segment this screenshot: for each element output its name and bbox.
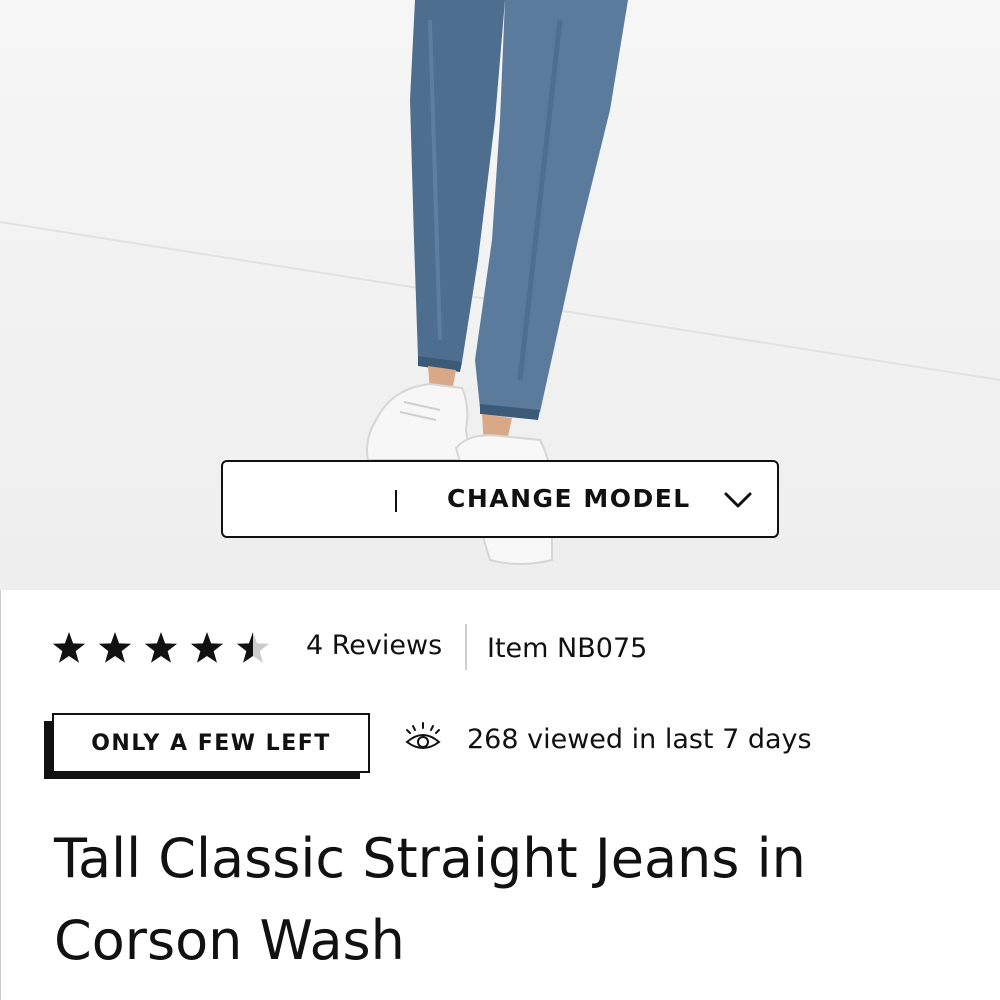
item-number: Item NB075 (487, 633, 648, 664)
product-title: Tall Classic Straight Jeans in Corson Wa… (54, 827, 806, 972)
rating-row: 4 Reviews Item NB075 (52, 624, 952, 674)
button-divider (395, 490, 397, 512)
divider (465, 624, 467, 670)
views-indicator: 268 viewed in last 7 days (404, 716, 964, 768)
badge-label: ONLY A FEW LEFT (91, 730, 331, 756)
star-icon (98, 632, 132, 663)
eye-icon (405, 722, 441, 749)
star-icon (190, 632, 224, 663)
badge-box: ONLY A FEW LEFT (52, 713, 370, 773)
stock-badge: ONLY A FEW LEFT (44, 713, 374, 781)
product-image[interactable]: CHANGE MODEL (0, 0, 1000, 590)
star-rating[interactable] (52, 630, 272, 666)
page-edge (0, 590, 1, 1000)
star-icon (52, 632, 86, 663)
views-count: 268 viewed in last 7 days (467, 724, 812, 755)
change-model-label: CHANGE MODEL (447, 484, 691, 513)
star-icon (144, 632, 178, 663)
star-icon (236, 632, 270, 663)
change-model-button[interactable]: CHANGE MODEL (221, 460, 779, 538)
reviews-link[interactable]: 4 Reviews (306, 630, 442, 661)
chevron-down-icon (724, 492, 752, 508)
